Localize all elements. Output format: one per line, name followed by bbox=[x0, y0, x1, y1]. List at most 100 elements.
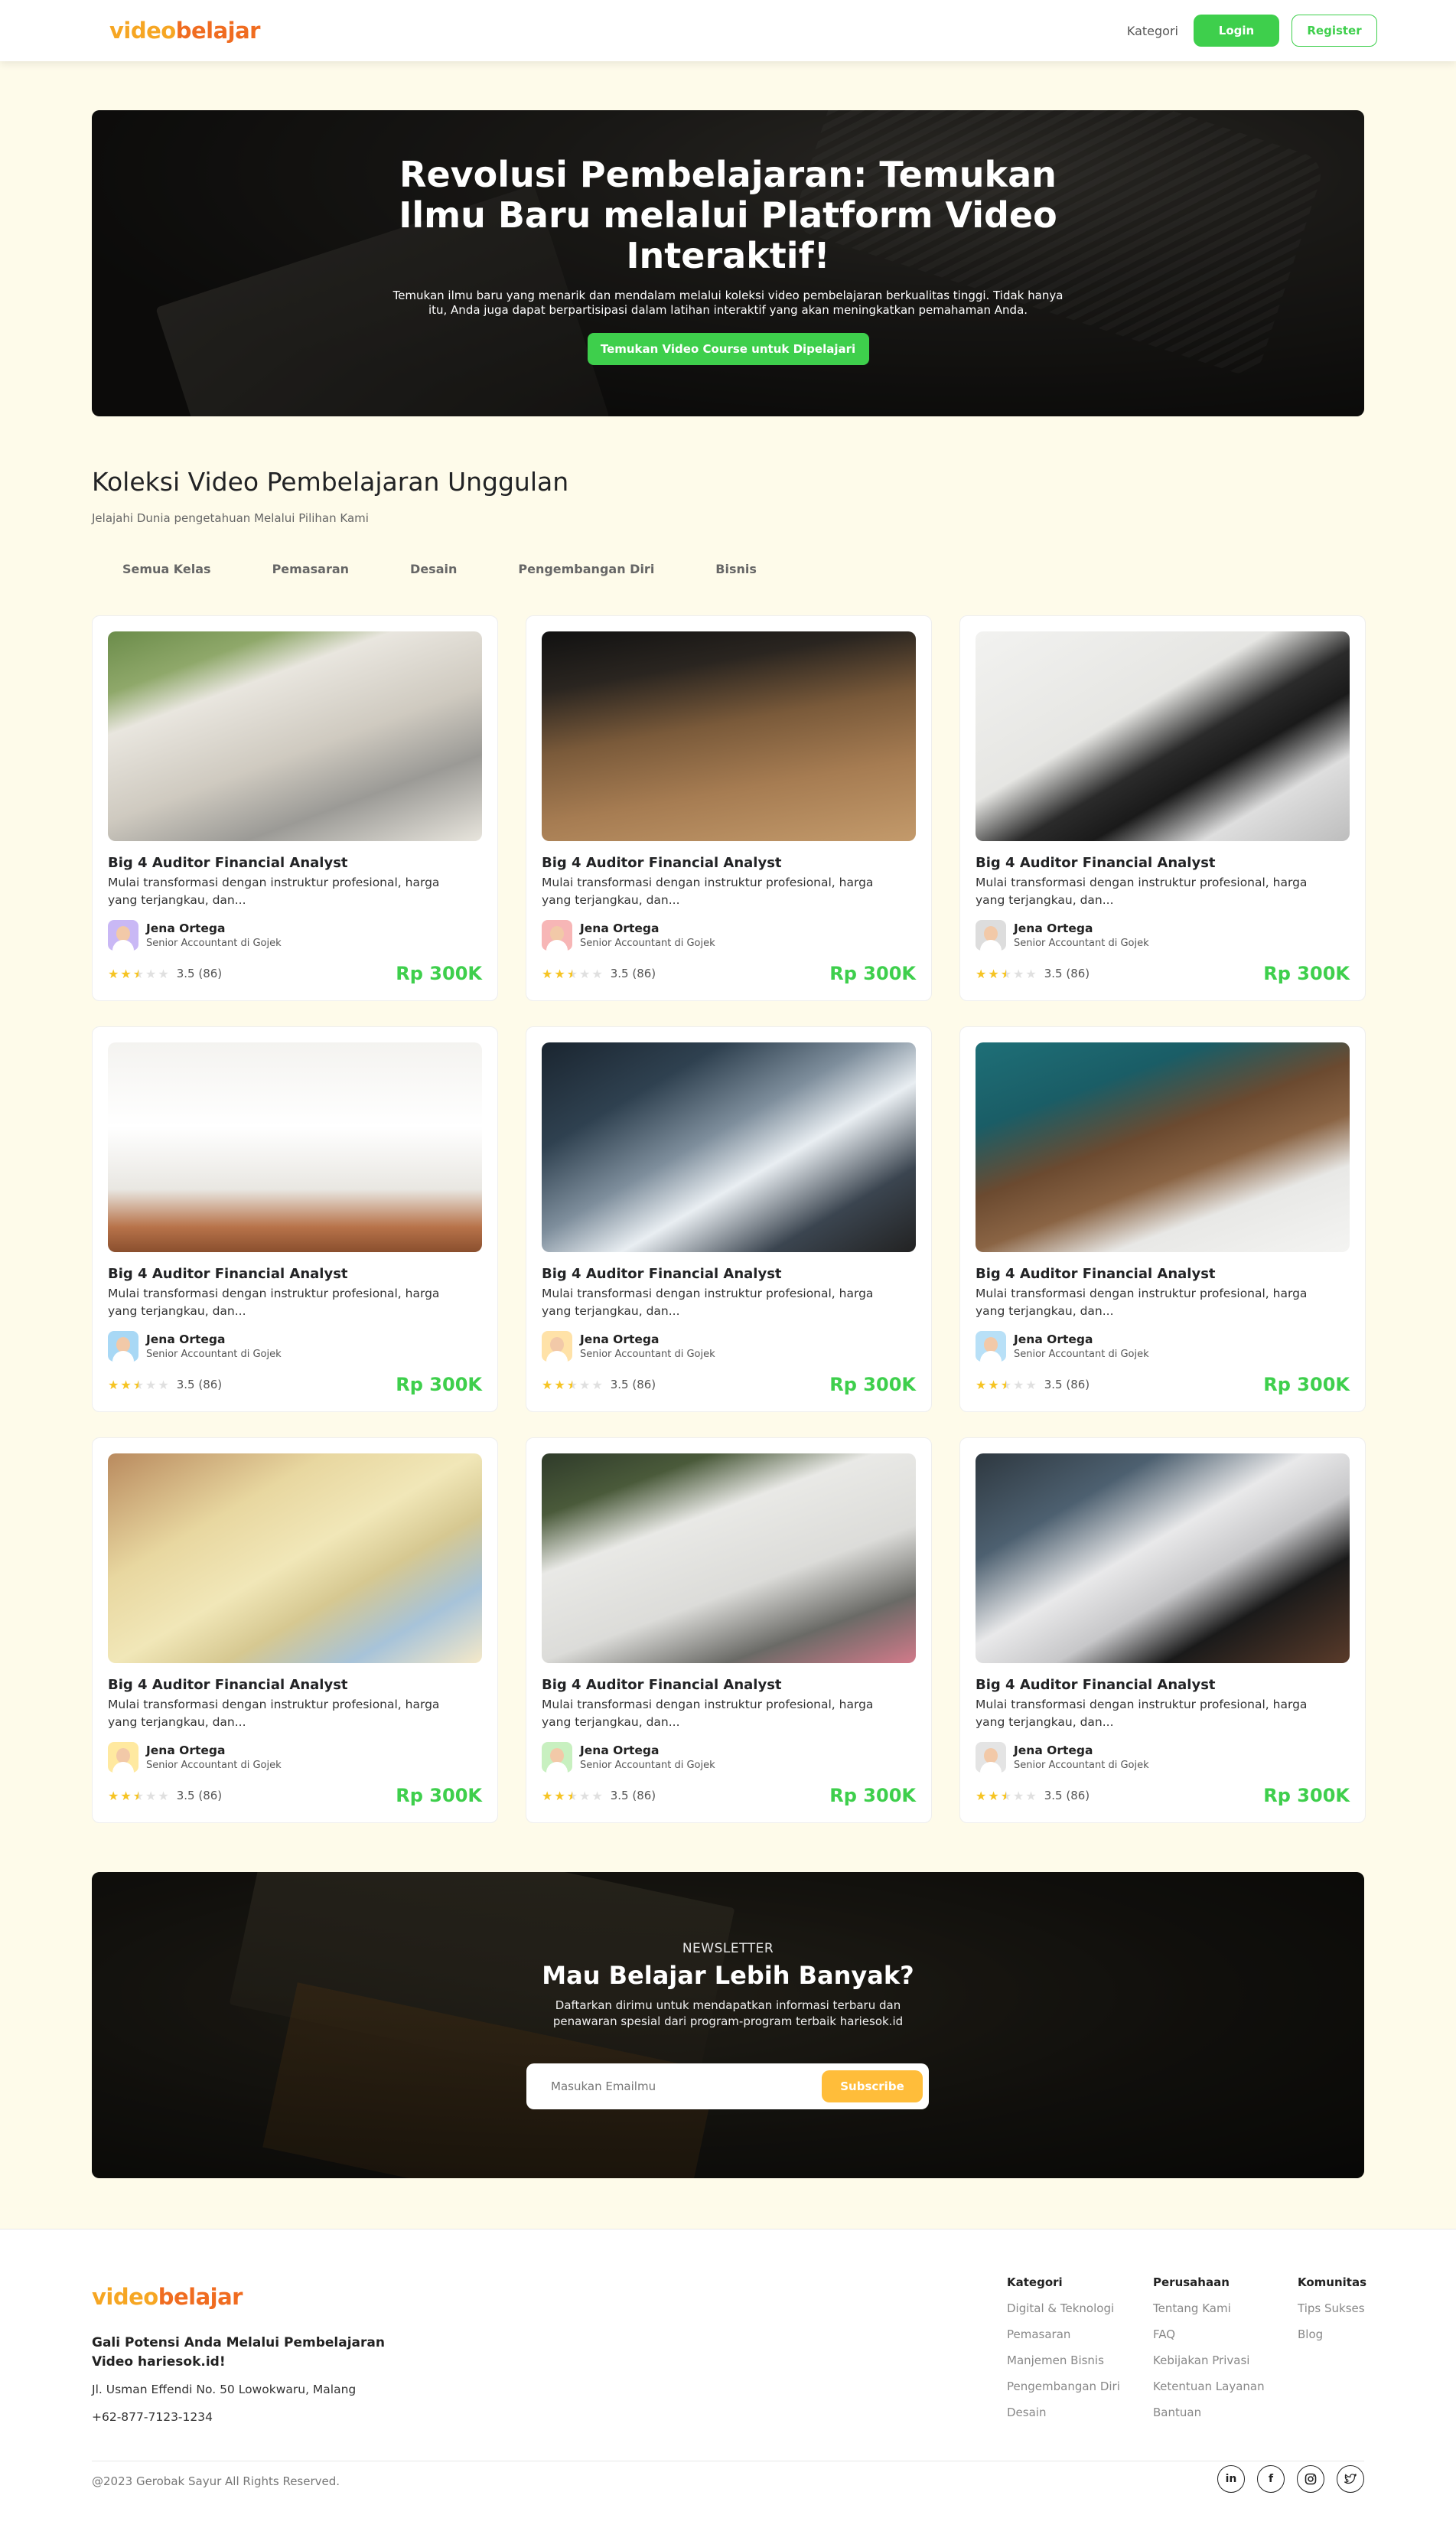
avatar bbox=[976, 920, 1006, 951]
tab-pemasaran[interactable]: Pemasaran bbox=[242, 556, 379, 582]
course-card[interactable]: Big 4 Auditor Financial Analyst Mulai tr… bbox=[526, 1026, 932, 1412]
course-instructor: Jena Ortega Senior Accountant di Gojek bbox=[108, 920, 482, 951]
star-icon: ★ bbox=[120, 1377, 132, 1392]
instructor-role: Senior Accountant di Gojek bbox=[580, 1760, 715, 1771]
brand-logo[interactable]: videobelajar bbox=[109, 18, 260, 44]
pen-on-notepad-image[interactable] bbox=[542, 631, 916, 841]
avatar bbox=[542, 1742, 572, 1773]
notebook-and-laptop-image[interactable] bbox=[976, 1453, 1350, 1663]
footer-link[interactable]: Digital & Teknologi bbox=[1007, 2301, 1120, 2315]
course-card[interactable]: Big 4 Auditor Financial Analyst Mulai tr… bbox=[959, 1026, 1366, 1412]
instagram-icon[interactable] bbox=[1297, 2465, 1324, 2493]
nav-kategori-link[interactable]: Kategori bbox=[1127, 24, 1178, 38]
course-instructor: Jena Ortega Senior Accountant di Gojek bbox=[108, 1331, 482, 1362]
star-icon: ★ bbox=[108, 1788, 119, 1803]
avatar bbox=[108, 920, 138, 951]
avatar bbox=[976, 1742, 1006, 1773]
course-title[interactable]: Big 4 Auditor Financial Analyst bbox=[108, 1266, 482, 1282]
instructor-name: Jena Ortega bbox=[146, 1332, 226, 1346]
tab-bisnis[interactable]: Bisnis bbox=[685, 556, 787, 582]
course-card[interactable]: Big 4 Auditor Financial Analyst Mulai tr… bbox=[526, 615, 932, 1001]
course-card[interactable]: Big 4 Auditor Financial Analyst Mulai tr… bbox=[92, 1026, 498, 1412]
newsletter-form: Subscribe bbox=[526, 2063, 929, 2109]
newsletter-content: NEWSLETTER Mau Belajar Lebih Banyak? Daf… bbox=[92, 1941, 1364, 2030]
twitter-icon[interactable] bbox=[1337, 2465, 1364, 2493]
course-card[interactable]: Big 4 Auditor Financial Analyst Mulai tr… bbox=[92, 615, 498, 1001]
tab-pengembangan-diri[interactable]: Pengembangan Diri bbox=[487, 556, 685, 582]
star-icon: ★ bbox=[542, 966, 553, 981]
course-description: Mulai transformasi dengan instruktur pro… bbox=[108, 876, 440, 907]
star-icon: ★ bbox=[158, 1377, 169, 1392]
latte-and-notebook-image[interactable] bbox=[976, 1042, 1350, 1252]
rating-value: 3.5 (86) bbox=[176, 1789, 223, 1802]
writing-on-paper-image[interactable] bbox=[976, 631, 1350, 841]
collection-subtitle: Jelajahi Dunia pengetahuan Melalui Pilih… bbox=[92, 511, 369, 525]
footer-logo[interactable]: videobelajar bbox=[92, 2283, 243, 2311]
newsletter-email-input[interactable] bbox=[551, 2079, 780, 2093]
footer-link[interactable]: Pemasaran bbox=[1007, 2327, 1120, 2341]
course-title[interactable]: Big 4 Auditor Financial Analyst bbox=[976, 1677, 1350, 1693]
footer-link[interactable]: Bantuan bbox=[1153, 2406, 1265, 2419]
footer-link[interactable]: Desain bbox=[1007, 2406, 1120, 2419]
course-description: Mulai transformasi dengan instruktur pro… bbox=[108, 1287, 440, 1318]
footer-link[interactable]: Manjemen Bisnis bbox=[1007, 2353, 1120, 2367]
laptop-desk-overhead-image[interactable] bbox=[108, 1042, 482, 1252]
linkedin-icon[interactable]: in bbox=[1217, 2465, 1245, 2493]
course-card[interactable]: Big 4 Auditor Financial Analyst Mulai tr… bbox=[526, 1437, 932, 1823]
course-title[interactable]: Big 4 Auditor Financial Analyst bbox=[542, 1266, 916, 1282]
signing-document-image[interactable] bbox=[542, 1453, 916, 1663]
footer-link[interactable]: Pengembangan Diri bbox=[1007, 2380, 1120, 2393]
logo-part-belajar: belajar bbox=[175, 18, 261, 44]
rating-value: 3.5 (86) bbox=[610, 967, 656, 980]
course-title[interactable]: Big 4 Auditor Financial Analyst bbox=[108, 1677, 482, 1693]
star-icon: ★ bbox=[1000, 1788, 1012, 1803]
course-title[interactable]: Big 4 Auditor Financial Analyst bbox=[976, 855, 1350, 871]
subscribe-button[interactable]: Subscribe bbox=[822, 2070, 923, 2102]
star-icon: ★ bbox=[976, 1377, 987, 1392]
hero-cta-button[interactable]: Temukan Video Course untuk Dipelajari bbox=[587, 333, 869, 365]
register-button[interactable]: Register bbox=[1292, 15, 1377, 47]
course-description: Mulai transformasi dengan instruktur pro… bbox=[976, 876, 1308, 907]
course-footer: ★ ★ ★ ★ ★ 3.5 (86) Rp 300K bbox=[108, 1374, 482, 1395]
star-icon: ★ bbox=[591, 1377, 603, 1392]
hero-subtitle: Temukan ilmu baru yang menarik dan menda… bbox=[393, 289, 1063, 317]
rating-value: 3.5 (86) bbox=[1044, 1789, 1090, 1802]
footer-link[interactable]: Tentang Kami bbox=[1153, 2301, 1265, 2315]
course-title[interactable]: Big 4 Auditor Financial Analyst bbox=[108, 855, 482, 871]
login-button[interactable]: Login bbox=[1194, 15, 1279, 47]
course-instructor: Jena Ortega Senior Accountant di Gojek bbox=[542, 920, 916, 951]
course-title[interactable]: Big 4 Auditor Financial Analyst bbox=[976, 1266, 1350, 1282]
tab-desain[interactable]: Desain bbox=[379, 556, 487, 582]
category-tabs: Semua Kelas Pemasaran Desain Pengembanga… bbox=[92, 556, 787, 582]
star-icon: ★ bbox=[120, 966, 132, 981]
course-title[interactable]: Big 4 Auditor Financial Analyst bbox=[542, 1677, 916, 1693]
collection-title: Koleksi Video Pembelajaran Unggulan bbox=[92, 467, 569, 497]
facebook-icon[interactable]: f bbox=[1257, 2465, 1285, 2493]
course-card[interactable]: Big 4 Auditor Financial Analyst Mulai tr… bbox=[959, 615, 1366, 1001]
compass-on-map-image[interactable] bbox=[108, 1453, 482, 1663]
footer-link[interactable]: Ketentuan Layanan bbox=[1153, 2380, 1265, 2393]
star-icon: ★ bbox=[988, 1377, 999, 1392]
star-icon: ★ bbox=[566, 1377, 578, 1392]
footer-link[interactable]: Kebijakan Privasi bbox=[1153, 2353, 1265, 2367]
course-instructor: Jena Ortega Senior Accountant di Gojek bbox=[542, 1331, 916, 1362]
course-card[interactable]: Big 4 Auditor Financial Analyst Mulai tr… bbox=[92, 1437, 498, 1823]
hero-banner: Revolusi Pembelajaran: Temukan Ilmu Baru… bbox=[92, 110, 1364, 416]
meeting-laptop-image[interactable] bbox=[542, 1042, 916, 1252]
course-title[interactable]: Big 4 Auditor Financial Analyst bbox=[542, 855, 916, 871]
footer-link[interactable]: Tips Sukses bbox=[1298, 2301, 1366, 2315]
star-icon: ★ bbox=[1025, 966, 1037, 981]
instructor-name: Jena Ortega bbox=[580, 1743, 660, 1757]
footer-link[interactable]: FAQ bbox=[1153, 2327, 1265, 2341]
newsletter-title: Mau Belajar Lebih Banyak? bbox=[542, 1961, 914, 1990]
footer-link[interactable]: Blog bbox=[1298, 2327, 1366, 2341]
course-card[interactable]: Big 4 Auditor Financial Analyst Mulai tr… bbox=[959, 1437, 1366, 1823]
laptop-on-picnic-blanket-image[interactable] bbox=[108, 631, 482, 841]
footer-tagline: Gali Potensi Anda Melalui Pembelajaran V… bbox=[92, 2335, 385, 2370]
footer-address: Jl. Usman Effendi No. 50 Lowokwaru, Mala… bbox=[92, 2383, 357, 2396]
footer-logo-part-belajar: belajar bbox=[158, 2284, 243, 2310]
star-icon: ★ bbox=[145, 1788, 157, 1803]
newsletter-kicker: NEWSLETTER bbox=[682, 1941, 774, 1956]
instructor-role: Senior Accountant di Gojek bbox=[1014, 938, 1149, 949]
tab-semua-kelas[interactable]: Semua Kelas bbox=[92, 556, 242, 582]
